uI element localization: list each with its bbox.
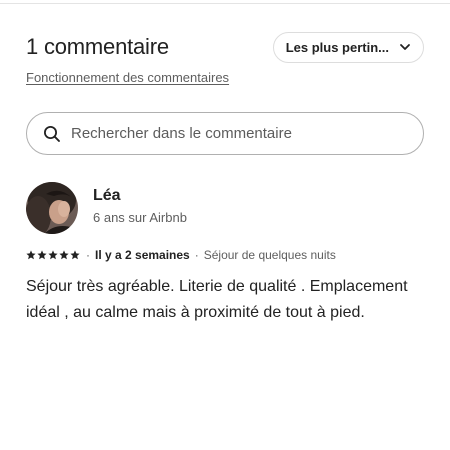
sort-dropdown[interactable]: Les plus pertin... (272, 31, 424, 63)
reviews-page: 1 commentaire Les plus pertin... Fonctio… (0, 0, 450, 450)
avatar[interactable] (26, 181, 78, 234)
reviews-header: 1 commentaire Les plus pertin... (26, 30, 424, 64)
separator-dot: · (86, 248, 90, 262)
review-date: Il y a 2 semaines (95, 248, 190, 262)
reviewer-name: Léa (93, 187, 121, 204)
reviewer-tenure: 6 ans sur Airbnb (93, 210, 187, 225)
search-input[interactable] (71, 125, 407, 142)
reviewer-row: Léa 6 ans sur Airbnb (26, 181, 424, 234)
review-item: Léa 6 ans sur Airbnb · Il y a 2 semaines… (26, 181, 424, 326)
reviewer-info: Léa 6 ans sur Airbnb (93, 187, 187, 225)
chevron-down-icon (399, 41, 411, 53)
star-icon (26, 250, 36, 260)
page-title: 1 commentaire (26, 34, 169, 59)
stay-type: Séjour de quelques nuits (203, 248, 336, 262)
search-icon (43, 125, 61, 143)
star-icon (70, 250, 80, 260)
how-reviews-work-link[interactable]: Fonctionnement des commentaires (26, 70, 229, 85)
sort-dropdown-label: Les plus pertin... (285, 39, 389, 55)
star-rating (26, 250, 80, 260)
rating-row: · Il y a 2 semaines · Séjour de quelques… (26, 248, 424, 262)
star-icon (37, 250, 47, 260)
top-divider (0, 3, 450, 4)
review-text: Séjour très agréable. Literie de qualité… (26, 278, 408, 321)
star-icon (59, 250, 69, 260)
search-box[interactable] (26, 112, 424, 155)
separator-dot: · (194, 248, 199, 262)
star-icon (48, 250, 58, 260)
